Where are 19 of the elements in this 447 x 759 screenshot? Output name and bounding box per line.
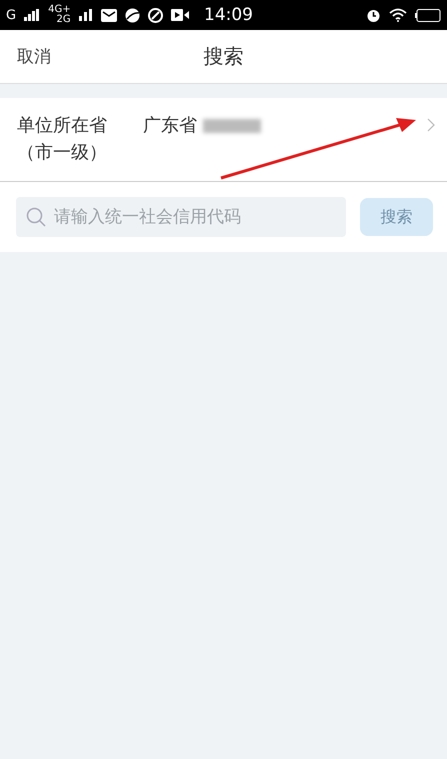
signal-icon bbox=[24, 9, 40, 21]
alarm-icon bbox=[366, 8, 381, 22]
search-icon bbox=[26, 207, 46, 227]
page-title: 搜索 bbox=[204, 43, 244, 70]
video-icon bbox=[170, 9, 189, 21]
clock-time: 14:09 bbox=[204, 5, 253, 25]
region-label: 单位所在省 （市一级） bbox=[17, 114, 108, 165]
region-value: 广东省 bbox=[143, 114, 197, 138]
carrier-label: G bbox=[6, 8, 16, 22]
search-field[interactable]: 请输入统一社会信用代码 bbox=[16, 197, 346, 237]
battery-icon bbox=[415, 8, 441, 22]
network-label: 4G+ bbox=[48, 5, 71, 15]
chevron-icon bbox=[427, 118, 435, 132]
cancel-button[interactable]: 取消 bbox=[17, 45, 51, 68]
signal-icon bbox=[78, 9, 93, 21]
wifi-icon bbox=[389, 8, 407, 22]
network-label: 2G bbox=[56, 15, 71, 25]
mail-icon bbox=[100, 8, 117, 22]
region-row[interactable]: 单位所在省 （市一级） 广东省 bbox=[0, 98, 447, 182]
